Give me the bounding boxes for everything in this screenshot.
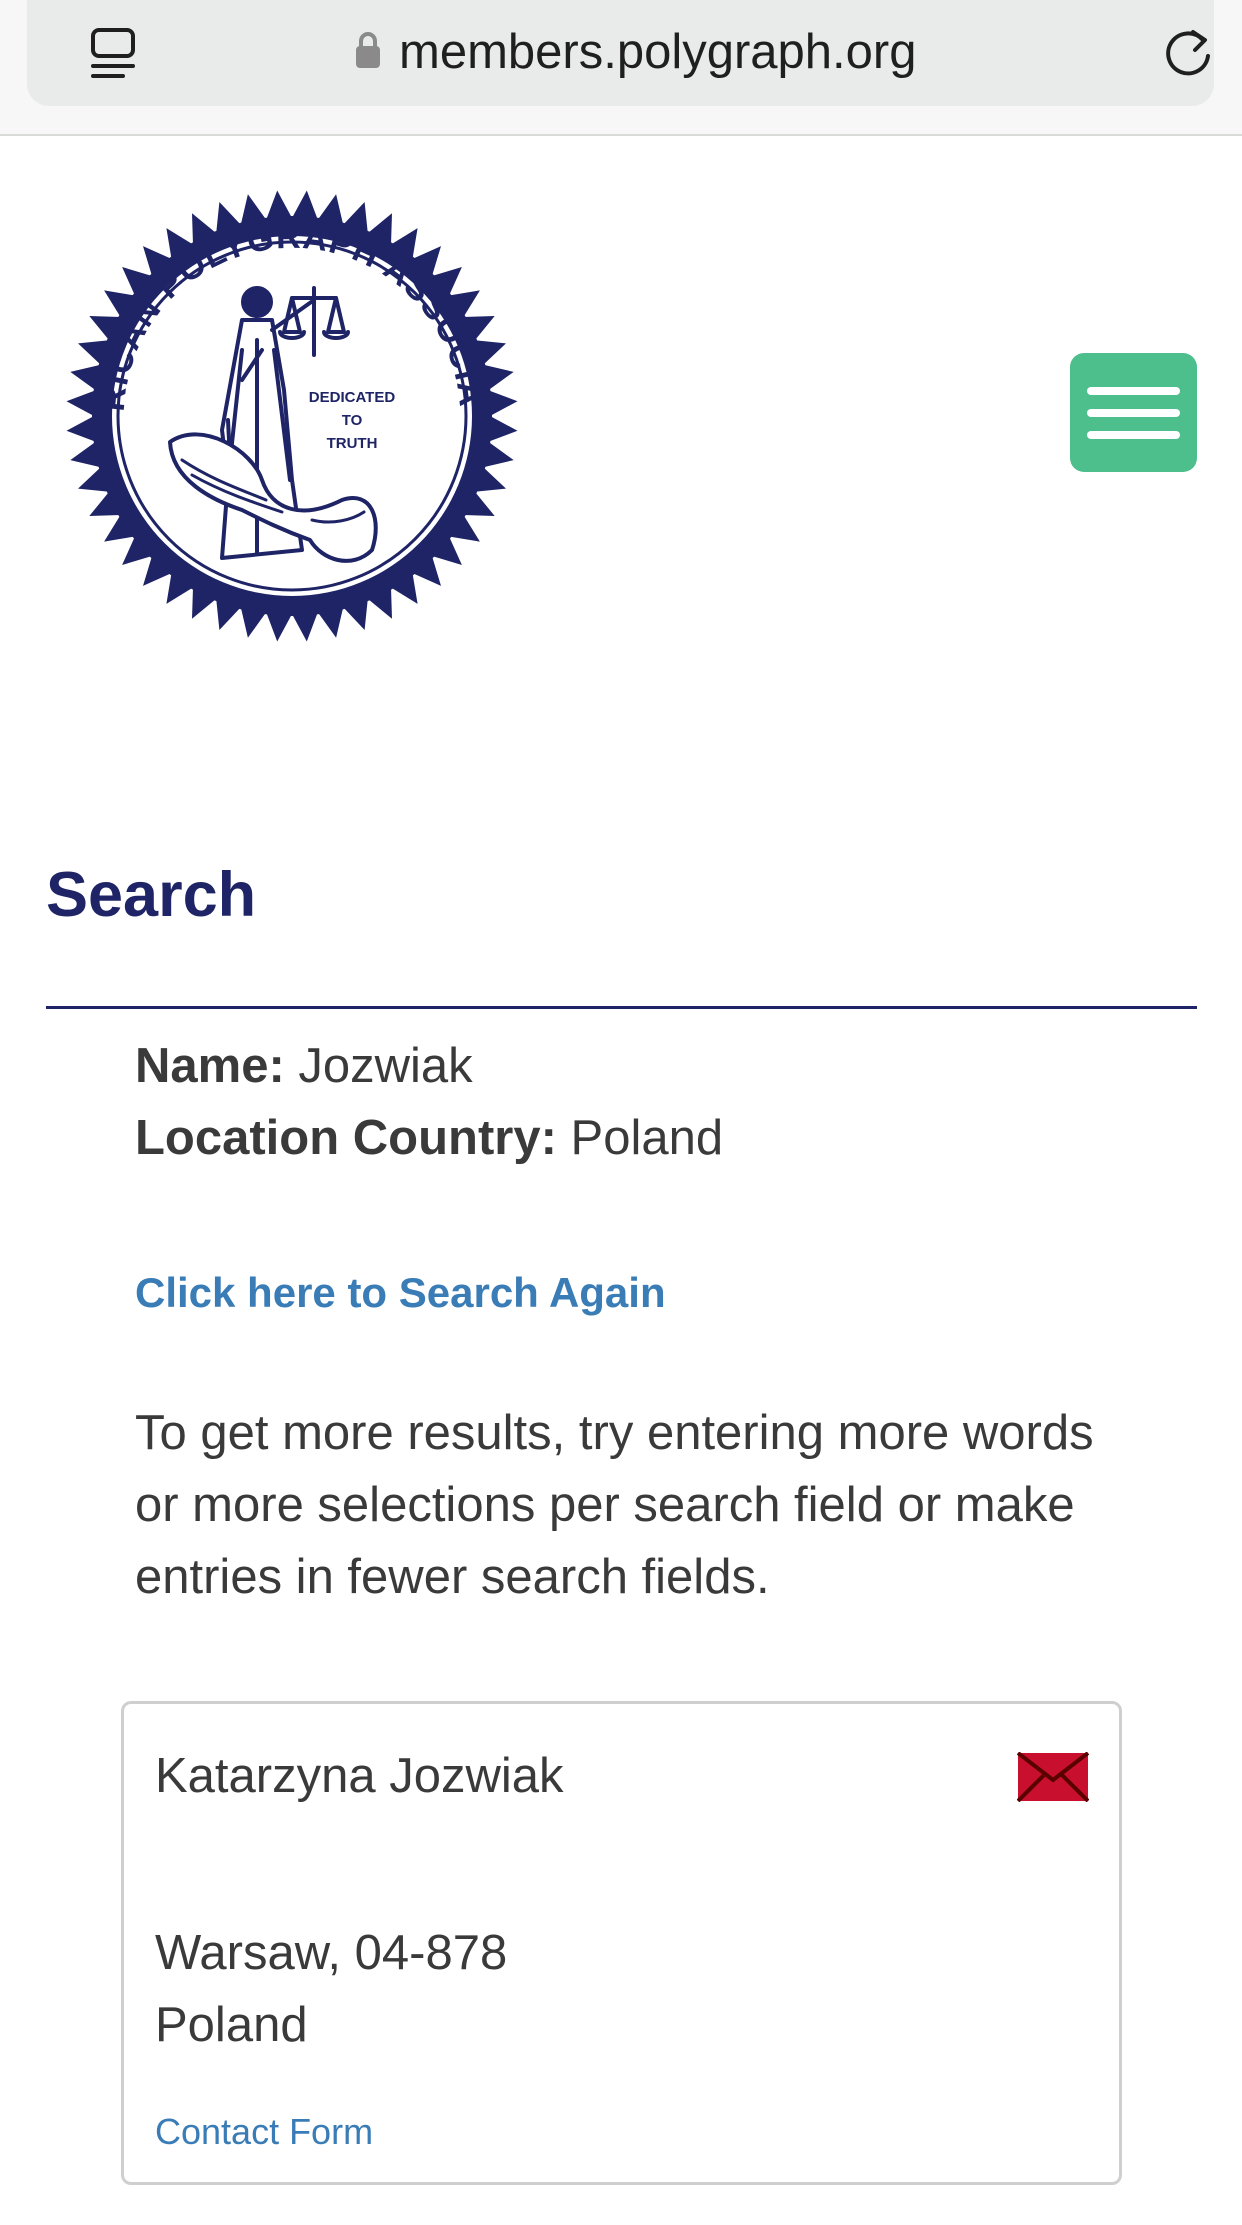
seal-motto-line1: DEDICATED [309, 389, 396, 406]
search-hint-text: To get more results, try entering more w… [135, 1406, 1094, 1604]
reload-icon[interactable] [1159, 22, 1217, 82]
association-seal-logo[interactable]: AMERICAN POLYGRAPH ASSOCIATION DEDICATED… [52, 180, 532, 652]
url-field[interactable]: members.polygraph.org [27, 0, 1214, 106]
page-title: Search [46, 860, 257, 930]
search-again-link[interactable]: Click here to Search Again [135, 1265, 666, 1321]
url-text[interactable]: members.polygraph.org [399, 22, 916, 82]
criteria-name-label: Name: [135, 1039, 285, 1093]
seal-motto-line3: TRUTH [327, 435, 378, 452]
seal-motto-line2: TO [342, 412, 363, 429]
criteria-country-label: Location Country: [135, 1111, 557, 1165]
result-card: Katarzyna Jozwiak Warsaw, 04-878 Poland … [121, 1701, 1122, 2185]
criteria-country-row: Location Country: Poland [135, 1102, 723, 1174]
tabs-icon[interactable] [87, 26, 139, 82]
search-criteria: Name: Jozwiak Location Country: Poland [135, 1030, 723, 1174]
envelope-icon[interactable] [1017, 1752, 1089, 1802]
result-country: Poland [155, 1998, 308, 2052]
lock-icon [356, 32, 380, 68]
criteria-country-value: Poland [570, 1111, 724, 1165]
criteria-name-value: Jozwiak [298, 1039, 473, 1093]
title-divider [46, 1006, 1197, 1009]
criteria-name-row: Name: Jozwiak [135, 1030, 723, 1102]
browser-address-bar: members.polygraph.org [0, 0, 1242, 136]
result-city-postal: Warsaw, 04-878 [155, 1926, 508, 1980]
hamburger-menu-button[interactable] [1070, 353, 1197, 472]
result-member-name: Katarzyna Jozwiak [155, 1749, 564, 1803]
contact-form-link[interactable]: Contact Form [155, 2110, 373, 2154]
